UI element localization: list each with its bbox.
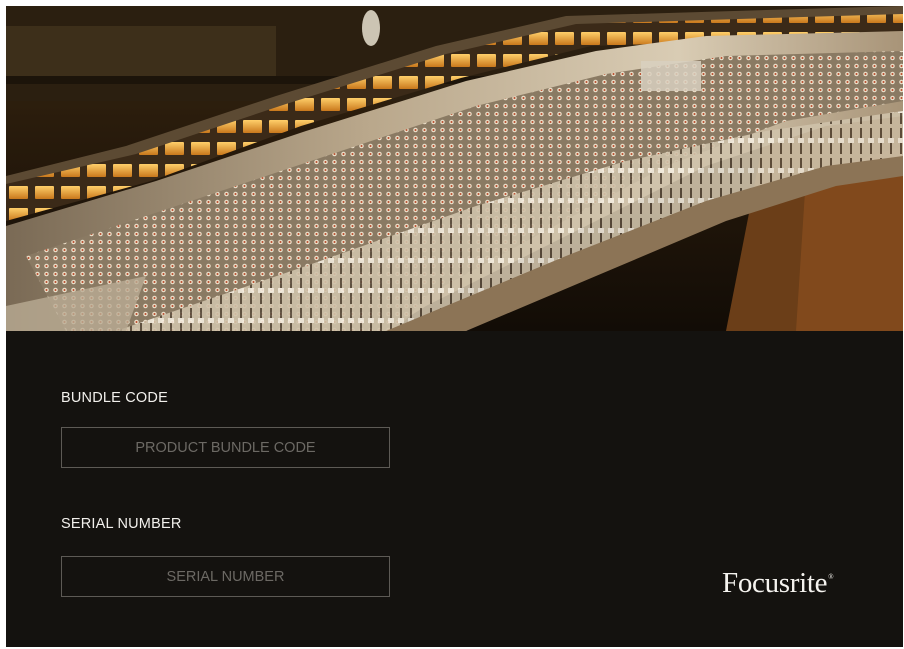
registered-mark: ® [828,573,834,581]
serial-number-input[interactable] [61,556,390,597]
bundle-code-label: BUNDLE CODE [61,390,168,406]
mixing-console-photo [6,6,903,331]
focusrite-logo: Focusrite® [722,567,834,600]
registration-window: BUNDLE CODE SERIAL NUMBER Focusrite® [6,6,903,647]
logo-text: Focusrite [722,567,828,599]
serial-number-label: SERIAL NUMBER [61,516,182,532]
bundle-code-input[interactable] [61,427,390,468]
